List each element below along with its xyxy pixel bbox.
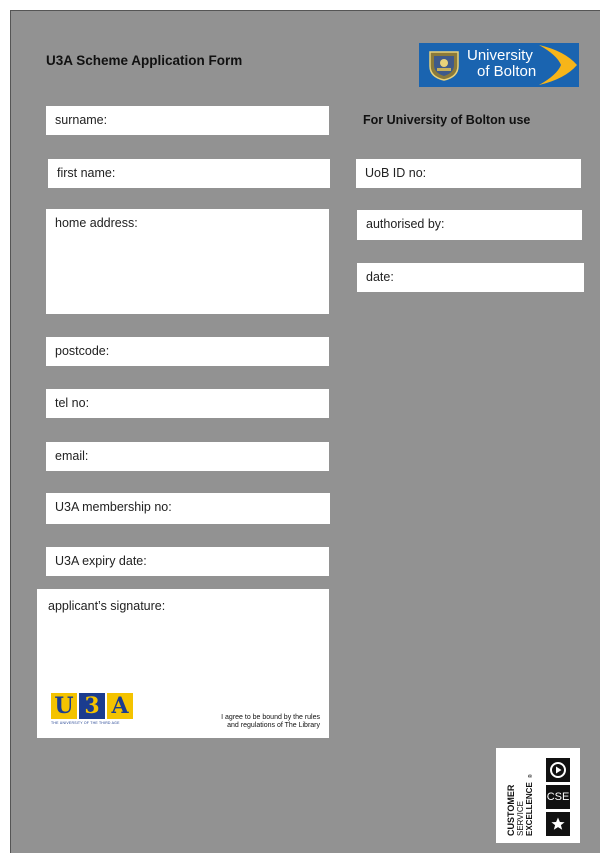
university-of-bolton-logo: University of Bolton [419,43,579,87]
postcode-label: postcode: [55,344,110,358]
cse-icon: CSE [546,785,570,809]
surname-field[interactable]: surname: [46,106,329,135]
authorised-by-field[interactable]: authorised by: [357,210,582,240]
u3a-expiry-date-label: U3A expiry date: [55,554,147,568]
tel-no-field[interactable]: tel no: [46,389,329,418]
agreement-line-2: and regulations of The Library [227,722,320,729]
cse-line-2: SERVICE [516,801,525,836]
uob-id-label: UoB ID no: [365,166,427,180]
form-title: U3A Scheme Application Form [46,53,243,68]
agreement-line-1: I agree to be bound by the rules [221,714,320,721]
cse-registered-mark: ® [527,774,534,778]
agreement-text: I agree to be bound by the rules and reg… [221,714,320,730]
home-address-label: home address: [55,216,138,230]
u3a-letter-a: A [107,693,133,719]
postcode-field[interactable]: postcode: [46,337,329,366]
u3a-letter-3: 3 [79,693,105,719]
first-name-field[interactable]: first name: [48,159,330,188]
surname-label: surname: [55,113,108,127]
signature-label: applicant’s signature: [48,599,166,613]
u3a-membership-no-label: U3A membership no: [55,500,172,514]
crest-icon [429,51,459,81]
uob-use-heading: For University of Bolton use [363,113,531,127]
u3a-logo: U 3 A THE UNIVERSITY OF THE THIRD AGE [51,693,135,729]
customer-service-excellence-badge: CUSTOMER SERVICE EXCELLENCE ® CSE [496,748,580,843]
logo-line-1: University [467,47,533,64]
cse-line-3: EXCELLENCE [525,782,534,836]
u3a-expiry-date-field[interactable]: U3A expiry date: [46,547,329,576]
home-address-field[interactable]: home address: [46,209,329,314]
star-icon [546,812,570,836]
u3a-membership-no-field[interactable]: U3A membership no: [46,493,330,524]
u3a-tagline: THE UNIVERSITY OF THE THIRD AGE [51,721,120,725]
tel-no-label: tel no: [55,396,90,410]
logo-line-2: of Bolton [477,63,537,80]
signature-box[interactable]: applicant’s signature: U 3 A THE UNIVERS… [37,589,329,738]
uob-id-field[interactable]: UoB ID no: [356,159,581,188]
cse-wordmark: CUSTOMER SERVICE EXCELLENCE ® [506,774,534,836]
date-field[interactable]: date: [357,263,584,292]
email-field[interactable]: email: [46,442,329,471]
logo-wordmark: University of Bolton [467,48,536,80]
swoosh-icon [539,45,577,85]
u3a-letter-u: U [51,693,77,719]
play-icon [546,758,570,782]
first-name-label: first name: [57,166,116,180]
email-label: email: [55,449,89,463]
cse-line-1: CUSTOMER [506,784,516,836]
date-label: date: [366,270,394,284]
authorised-by-label: authorised by: [366,217,445,231]
